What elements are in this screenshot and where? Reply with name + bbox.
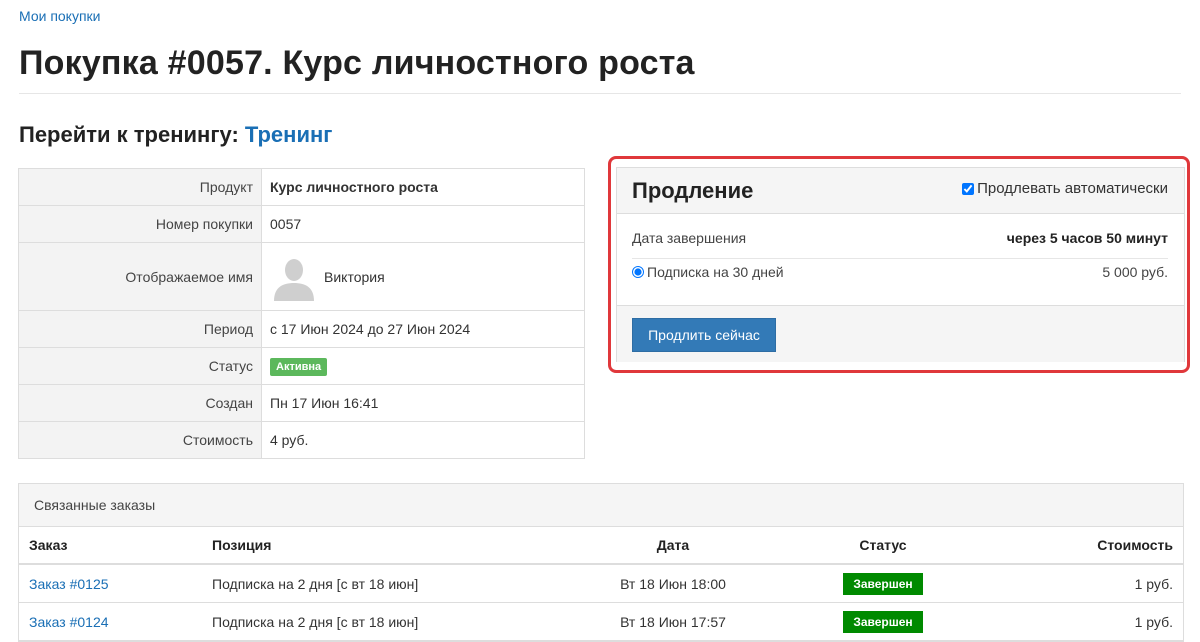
details-row-cost: Стоимость 4 руб.: [18, 421, 585, 459]
details-row-name: Отображаемое имя Виктория: [18, 242, 585, 311]
orders-header-row: Заказ Позиция Дата Статус Стоимость: [19, 527, 1183, 565]
end-date-row: Дата завершения через 5 часов 50 минут: [632, 230, 1168, 259]
order-date: Вт 18 Июн 18:00: [563, 564, 783, 603]
order-cost: 1 руб.: [983, 602, 1183, 641]
col-date: Дата: [563, 527, 783, 565]
purchase-details-table: Продукт Курс личностного роста Номер пок…: [18, 168, 585, 459]
cost-value: 4 руб.: [261, 421, 585, 459]
details-row-number: Номер покупки 0057: [18, 205, 585, 243]
order-date: Вт 18 Июн 17:57: [563, 602, 783, 641]
breadcrumb-link[interactable]: Мои покупки: [19, 8, 101, 24]
display-name-value: Виктория: [324, 268, 385, 285]
name-cell: Виктория: [261, 242, 585, 311]
related-orders-panel: Связанные заказы Заказ Позиция Дата Стат…: [18, 483, 1184, 642]
col-order: Заказ: [19, 527, 202, 565]
plan-radio[interactable]: [632, 266, 644, 278]
product-value: Курс личностного роста: [261, 168, 585, 206]
period-label: Период: [18, 310, 262, 348]
cost-label: Стоимость: [18, 421, 262, 459]
goto-training: Перейти к тренингу: Тренинг: [19, 122, 332, 148]
renewal-header: Продление Продлевать автоматически: [617, 168, 1184, 214]
name-label: Отображаемое имя: [18, 242, 262, 311]
user-silhouette-icon: [270, 252, 318, 301]
table-row: Заказ #0125 Подписка на 2 дня [с вт 18 и…: [19, 564, 1183, 603]
number-value: 0057: [261, 205, 585, 243]
title-divider: [19, 93, 1181, 94]
goto-label: Перейти к тренингу:: [19, 122, 239, 147]
order-position: Подписка на 2 дня [с вт 18 июн]: [202, 602, 563, 641]
auto-renew-checkbox[interactable]: [962, 182, 975, 195]
renewal-panel: Продление Продлевать автоматически Дата …: [616, 167, 1185, 362]
order-link[interactable]: Заказ #0124: [29, 614, 109, 630]
details-row-status: Статус Активна: [18, 347, 585, 385]
training-link[interactable]: Тренинг: [245, 122, 333, 147]
col-position: Позиция: [202, 527, 563, 565]
order-status-badge: Завершен: [843, 572, 923, 595]
renewal-footer: Продлить сейчас: [617, 305, 1184, 362]
page-title: Покупка #0057. Курс личностного роста: [19, 44, 695, 82]
col-status: Статус: [783, 527, 983, 565]
plan-row: Подписка на 30 дней 5 000 руб.: [632, 264, 1168, 280]
period-value: с 17 Июн 2024 до 27 Июн 2024: [261, 310, 585, 348]
order-position: Подписка на 2 дня [с вт 18 июн]: [202, 564, 563, 603]
details-row-product: Продукт Курс личностного роста: [18, 168, 585, 206]
related-orders-heading: Связанные заказы: [19, 484, 1183, 527]
product-label: Продукт: [18, 168, 262, 206]
status-badge: Активна: [270, 357, 328, 376]
status-cell: Активна: [261, 347, 585, 385]
order-status-badge: Завершен: [843, 610, 923, 633]
plan-label: Подписка на 30 дней: [647, 264, 784, 280]
details-row-created: Создан Пн 17 Июн 16:41: [18, 384, 585, 422]
related-orders-table: Заказ Позиция Дата Статус Стоимость Зака…: [19, 527, 1183, 641]
order-link[interactable]: Заказ #0125: [29, 576, 109, 592]
created-label: Создан: [18, 384, 262, 422]
renewal-title: Продление: [632, 178, 754, 203]
table-row: Заказ #0124 Подписка на 2 дня [с вт 18 и…: [19, 602, 1183, 641]
auto-renew-label: Продлевать автоматически: [977, 180, 1168, 197]
auto-renew-toggle[interactable]: Продлевать автоматически: [962, 180, 1168, 197]
number-label: Номер покупки: [18, 205, 262, 243]
avatar: [270, 252, 318, 301]
status-label: Статус: [18, 347, 262, 385]
renew-now-button[interactable]: Продлить сейчас: [632, 318, 776, 352]
end-date-label: Дата завершения: [632, 230, 747, 246]
plan-option[interactable]: Подписка на 30 дней: [632, 264, 784, 280]
created-value: Пн 17 Июн 16:41: [261, 384, 585, 422]
plan-price: 5 000 руб.: [1102, 264, 1168, 280]
details-row-period: Период с 17 Июн 2024 до 27 Июн 2024: [18, 310, 585, 348]
col-cost: Стоимость: [983, 527, 1183, 565]
end-date-value: через 5 часов 50 минут: [1006, 230, 1168, 246]
order-cost: 1 руб.: [983, 564, 1183, 603]
